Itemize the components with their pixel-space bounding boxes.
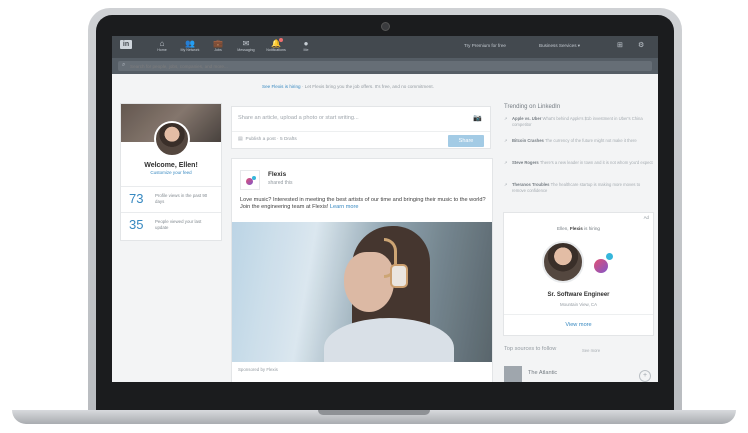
flexis-logo-icon[interactable] xyxy=(240,170,260,190)
nav-notifications[interactable]: 🔔 Notifications xyxy=(264,38,288,53)
sponsored-label: Sponsored by Flexis xyxy=(238,367,278,372)
nav-notifications-label: Notifications xyxy=(266,48,286,52)
trending-item[interactable]: ↗ Theranos Troubles The healthcare start… xyxy=(504,182,654,193)
search-input[interactable] xyxy=(118,61,652,71)
notification-badge xyxy=(279,38,283,42)
network-icon: 👥 xyxy=(185,39,195,48)
trend-headline: Theranos Troubles xyxy=(512,182,550,187)
promo-link[interactable]: See Flexis is hiring xyxy=(262,84,301,89)
compose-input[interactable]: Share an article, upload a photo or star… xyxy=(238,115,359,121)
publish-post-link[interactable]: ▤ Publish a post · 5 Drafts xyxy=(238,137,297,142)
welcome-title: Welcome, Ellen! xyxy=(144,162,198,169)
publish-label: Publish a post · 5 Drafts xyxy=(245,137,297,142)
search-bar: ⌕ xyxy=(112,58,658,74)
job-ad-card: Ad Ellen, Flexis is hiring Sr. Software … xyxy=(503,212,654,336)
customize-feed-link[interactable]: Customize your feed xyxy=(121,170,221,175)
post-body: Love music? Interested in meeting the be… xyxy=(240,197,486,211)
post-text: Love music? Interested in meeting the be… xyxy=(240,197,488,212)
profile-views-stat[interactable]: 73 Profile views in the past 90 days xyxy=(121,186,221,211)
learn-more-link[interactable]: Learn more xyxy=(330,204,359,210)
business-services-menu[interactable]: Business Services ▾ xyxy=(539,43,580,49)
nav-jobs-label: Jobs xyxy=(214,48,222,52)
ad-label: Ad xyxy=(643,215,649,220)
ad-job-title: Sr. Software Engineer xyxy=(547,292,610,298)
share-button[interactable]: Share xyxy=(448,135,484,147)
home-icon: ⌂ xyxy=(159,39,165,48)
trend-icon: ↗ xyxy=(504,160,508,165)
ad-user-avatar xyxy=(542,241,584,283)
screen: in ⌂ Home 👥 My Network 💼 Jobs ✉ Messagin… xyxy=(112,36,658,382)
trending-item[interactable]: ↗ Bitcoin Crashes The currency of the fu… xyxy=(504,138,654,144)
update-views-stat[interactable]: 35 People viewed your last update xyxy=(121,212,221,237)
briefcase-icon: 💼 xyxy=(213,39,223,48)
post-composer: Share an article, upload a photo or star… xyxy=(231,106,491,149)
trend-headline: Steve Rogers xyxy=(512,160,539,165)
nav-me-label: Me xyxy=(303,48,309,52)
follow-title: Top sources to follow xyxy=(504,346,557,352)
update-views-count: 35 xyxy=(129,217,144,232)
nav-home[interactable]: ⌂ Home xyxy=(150,39,174,53)
see-more-link[interactable]: See more xyxy=(582,348,600,353)
promo-banner: See Flexis is hiring · Let Flexis bring … xyxy=(262,84,434,89)
trend-text: There's a new leader in town and it is n… xyxy=(539,160,653,165)
top-navbar: in ⌂ Home 👥 My Network 💼 Jobs ✉ Messagin… xyxy=(112,36,658,58)
try-premium-link[interactable]: Try Premium for free xyxy=(464,43,506,48)
document-icon: ▤ xyxy=(238,137,243,142)
laptop-notch xyxy=(318,410,430,415)
apps-grid-icon[interactable]: ⊞ xyxy=(617,41,623,49)
trend-headline: Apple vs. Uber xyxy=(512,116,542,121)
trending-title: Trending on LinkedIn xyxy=(504,104,561,110)
promo-text: · Let Flexis bring you the job offers. I… xyxy=(301,84,434,89)
me-avatar-icon: ● xyxy=(303,39,309,48)
nav-network-label: My Network xyxy=(180,48,200,52)
feed-post: Flexis shared this Love music? Intereste… xyxy=(231,158,493,382)
search-icon: ⌕ xyxy=(122,62,126,68)
trend-icon: ↗ xyxy=(504,182,508,187)
message-icon: ✉ xyxy=(242,39,250,48)
trend-icon: ↗ xyxy=(504,116,508,121)
view-more-button[interactable]: View more xyxy=(504,322,653,328)
nav-messaging-label: Messaging xyxy=(237,48,255,52)
trending-item[interactable]: ↗ Apple vs. Uber What's behind Apple's $… xyxy=(504,116,654,127)
profile-views-text: Profile views in the past 90 days xyxy=(155,193,208,204)
camera-icon[interactable]: 📷 xyxy=(473,114,482,122)
update-views-text: People viewed your last update xyxy=(155,219,202,230)
bell-icon: 🔔 xyxy=(271,39,281,48)
ad-job-location: Mountain View, CA xyxy=(559,302,597,307)
headphones-cup xyxy=(390,264,408,288)
trending-item[interactable]: ↗ Steve Rogers There's a new leader in t… xyxy=(504,160,654,166)
gear-icon[interactable]: ⚙ xyxy=(638,41,644,49)
profile-card: Welcome, Ellen! Customize your feed 73 P… xyxy=(120,103,222,241)
nav-jobs[interactable]: 💼 Jobs xyxy=(206,39,230,53)
composer-divider xyxy=(232,131,490,132)
profile-views-count: 73 xyxy=(129,191,144,206)
profile-avatar[interactable] xyxy=(154,121,190,157)
nav-my-network[interactable]: 👥 My Network xyxy=(178,39,202,53)
nav-me[interactable]: ● Me xyxy=(294,39,318,53)
nav-messaging[interactable]: ✉ Messaging xyxy=(234,39,258,53)
linkedin-logo-icon[interactable]: in xyxy=(120,40,132,49)
post-author-name[interactable]: Flexis xyxy=(268,171,286,178)
nav-home-label: Home xyxy=(157,48,167,52)
post-image[interactable] xyxy=(232,222,492,362)
trend-headline: Bitcoin Crashes xyxy=(512,138,544,143)
source-name[interactable]: The Atlantic xyxy=(528,370,557,376)
source-logo-icon xyxy=(504,366,522,382)
trend-icon: ↗ xyxy=(504,138,508,143)
ad-divider xyxy=(504,314,653,315)
camera-icon xyxy=(381,22,390,31)
post-subtitle: shared this xyxy=(268,180,293,186)
follow-plus-button[interactable]: + xyxy=(639,370,651,382)
ad-hiring-text: Ellen, Flexis is hiring xyxy=(557,226,600,231)
trend-text: The currency of the future might not mak… xyxy=(544,138,637,143)
